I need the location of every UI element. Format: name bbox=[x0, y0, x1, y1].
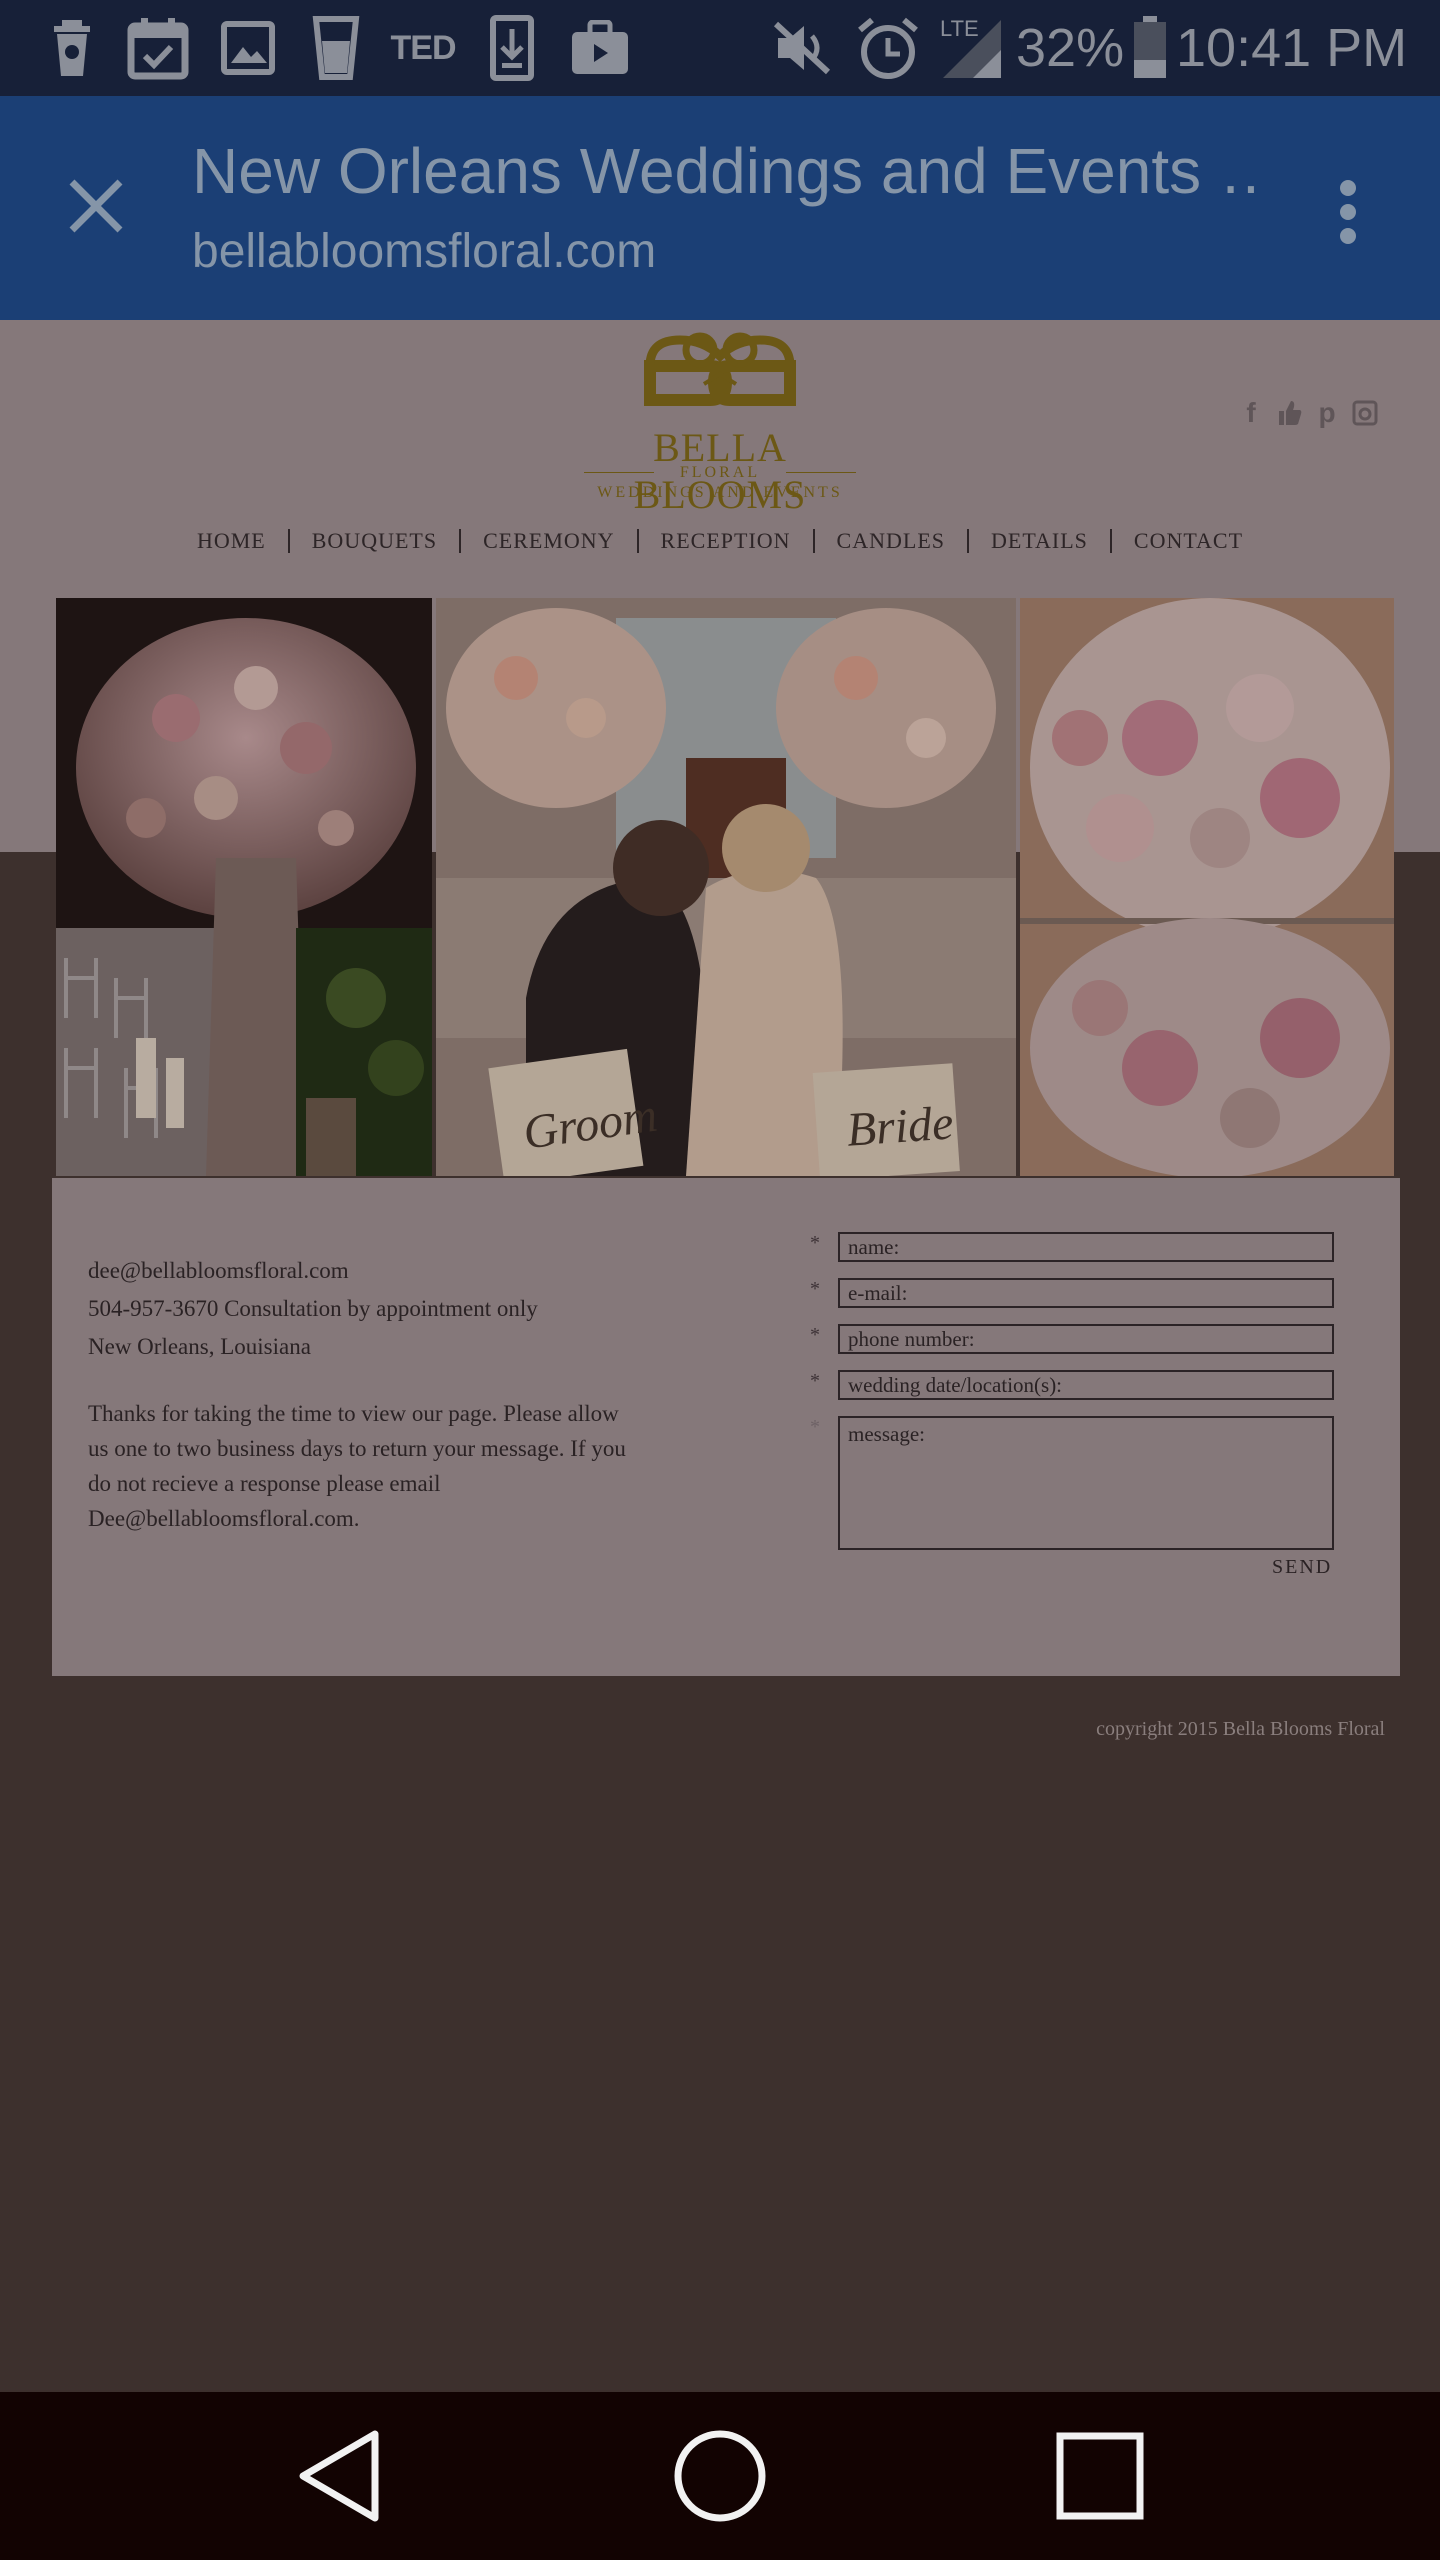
wedding-date-input[interactable] bbox=[838, 1370, 1334, 1400]
home-button[interactable] bbox=[660, 2426, 780, 2526]
form-row-email: * bbox=[810, 1278, 1334, 1308]
ted-icon: TED bbox=[388, 14, 458, 82]
recents-square-icon bbox=[1056, 2432, 1144, 2520]
page-url[interactable]: bellabloomsfloral.com bbox=[192, 224, 656, 279]
home-circle-icon bbox=[674, 2430, 766, 2522]
glass-icon bbox=[310, 14, 362, 82]
network-type: LTE bbox=[940, 16, 979, 41]
main-nav: HOME BOUQUETS CEREMONY RECEPTION CANDLES… bbox=[0, 528, 1440, 554]
brand-sub-floral: FLORAL bbox=[679, 464, 761, 481]
coffee-cup-icon bbox=[46, 14, 98, 82]
battery-icon bbox=[1130, 14, 1170, 82]
contact-email[interactable]: dee@bellabloomsfloral.com bbox=[88, 1258, 349, 1284]
phone-input[interactable] bbox=[838, 1324, 1334, 1354]
bride-sign: Bride bbox=[845, 1096, 955, 1156]
brand-tagline: WEDDINGS AND EVENTS bbox=[597, 484, 843, 501]
nav-ceremony[interactable]: CEREMONY bbox=[461, 528, 636, 554]
form-row-date: * bbox=[810, 1370, 1334, 1400]
facebook-icon[interactable]: f bbox=[1236, 397, 1266, 428]
required-marker: * bbox=[810, 1278, 820, 1300]
contact-note: Thanks for taking the time to view our p… bbox=[88, 1401, 626, 1531]
calendar-check-icon bbox=[126, 14, 190, 82]
copyright-text: copyright 2015 Bella Blooms Floral bbox=[1096, 1718, 1385, 1740]
social-links: f p bbox=[1236, 397, 1380, 428]
contact-section: dee@bellabloomsfloral.com 504-957-3670 C… bbox=[52, 1178, 1400, 1676]
form-row-message: * bbox=[810, 1416, 1334, 1550]
pinterest-icon[interactable]: p bbox=[1312, 397, 1342, 428]
briefcase-icon bbox=[568, 14, 632, 82]
image-icon bbox=[220, 14, 276, 82]
name-input[interactable] bbox=[838, 1232, 1334, 1262]
contact-location: New Orleans, Louisiana bbox=[88, 1334, 311, 1359]
required-marker: * bbox=[810, 1232, 820, 1254]
bella-blooms-monogram-icon bbox=[644, 332, 796, 406]
alarm-icon bbox=[854, 14, 922, 82]
battery-percent: 32% bbox=[1016, 18, 1125, 78]
close-icon bbox=[69, 179, 123, 233]
required-marker: * bbox=[810, 1324, 820, 1346]
more-vert-icon bbox=[1340, 180, 1356, 244]
send-button[interactable]: SEND bbox=[1272, 1556, 1332, 1579]
hero-photo-ceremony-florals bbox=[56, 598, 432, 1176]
close-button[interactable] bbox=[56, 166, 136, 246]
contact-phone[interactable]: 504-957-3670 Consultation by appointment… bbox=[88, 1296, 538, 1322]
status-bar: TED LTE 32% 10:41 PM bbox=[0, 0, 1440, 96]
instagram-icon[interactable] bbox=[1350, 398, 1380, 428]
ted-label: TED bbox=[390, 28, 457, 67]
required-marker: * bbox=[810, 1416, 820, 1438]
custom-tab-toolbar: New Orleans Weddings and Events … bellab… bbox=[0, 96, 1440, 320]
like-icon[interactable] bbox=[1274, 398, 1304, 428]
overflow-menu-button[interactable] bbox=[1320, 162, 1376, 262]
message-textarea[interactable] bbox=[838, 1416, 1334, 1550]
hero-photo-bride-groom: Groom Bride bbox=[436, 598, 1016, 1176]
nav-reception[interactable]: RECEPTION bbox=[639, 528, 813, 554]
nav-contact[interactable]: CONTACT bbox=[1112, 528, 1265, 554]
hero-photo-bouquet bbox=[1020, 598, 1394, 1176]
clock: 10:41 PM bbox=[1176, 18, 1408, 78]
form-row-name: * bbox=[810, 1232, 1334, 1262]
download-icon bbox=[488, 14, 536, 82]
nav-home[interactable]: HOME bbox=[175, 528, 288, 554]
back-button[interactable] bbox=[280, 2426, 400, 2526]
required-marker: * bbox=[810, 1370, 820, 1392]
nav-candles[interactable]: CANDLES bbox=[815, 528, 967, 554]
system-nav-bar bbox=[0, 2392, 1440, 2560]
form-row-phone: * bbox=[810, 1324, 1334, 1354]
nav-bouquets[interactable]: BOUQUETS bbox=[290, 528, 459, 554]
back-triangle-icon bbox=[299, 2430, 379, 2522]
page-title: New Orleans Weddings and Events … bbox=[192, 135, 1262, 207]
mute-icon bbox=[770, 14, 834, 82]
nav-details[interactable]: DETAILS bbox=[969, 528, 1110, 554]
brand-logo[interactable]: BELLA BLOOMS FLORAL WEDDINGS AND EVENTS bbox=[578, 320, 862, 517]
recents-button[interactable] bbox=[1040, 2426, 1160, 2526]
email-input[interactable] bbox=[838, 1278, 1334, 1308]
